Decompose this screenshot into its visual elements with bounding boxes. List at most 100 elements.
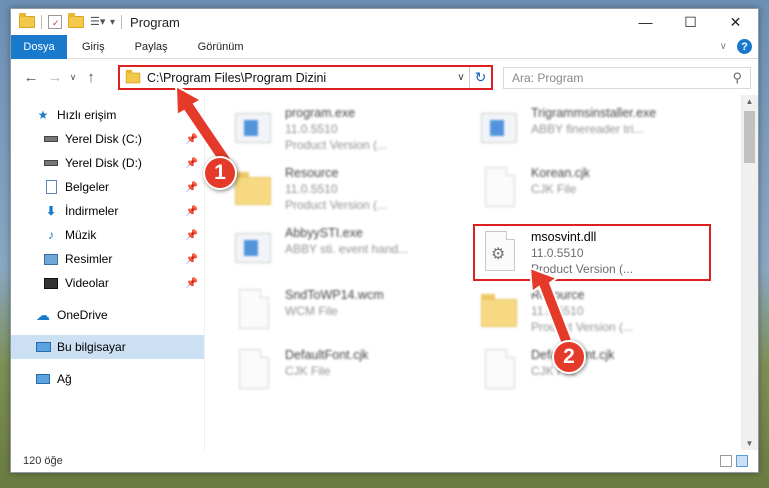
back-button[interactable]: ← (19, 69, 43, 86)
file-name: Resource (531, 288, 585, 302)
highlight-box (473, 224, 711, 281)
sidebar-item-label: Belgeler (65, 180, 110, 194)
pin-icon[interactable]: 📌 (186, 182, 198, 193)
maximize-button[interactable]: ☐ (668, 9, 713, 35)
computer-icon (35, 340, 51, 354)
pin-icon[interactable]: 📌 (186, 278, 198, 289)
sidebar-item-disk-c[interactable]: Yerel Disk (C:) 📌 (11, 127, 204, 151)
scroll-down-icon[interactable]: ▼ (741, 439, 758, 448)
tab-view[interactable]: Görünüm (183, 35, 259, 59)
sidebar-item-quick-access[interactable]: ★ Hızlı erişim (11, 103, 204, 127)
explorer-window: ✓ ☰▾ ▾ Program — ☐ ✕ Dosya Giriş Paylaş … (10, 8, 759, 473)
file-detail: 11.0.5510 (285, 122, 338, 136)
properties-icon[interactable]: ✓ (48, 15, 62, 29)
pictures-icon (43, 252, 59, 266)
item-count: 120 öğe (23, 455, 63, 467)
pin-icon[interactable]: 📌 (186, 254, 198, 265)
recent-chevron-icon[interactable]: ∨ (67, 72, 79, 83)
scroll-thumb[interactable] (744, 111, 755, 163)
sidebar-item-music[interactable]: ♪ Müzik 📌 (11, 223, 204, 247)
tab-home[interactable]: Giriş (67, 35, 120, 59)
file-item[interactable]: DefaultFont.cjkCJK File (475, 345, 710, 403)
details-view-icon[interactable] (720, 455, 732, 467)
file-icon (481, 349, 521, 397)
tiles-view-icon[interactable] (736, 455, 748, 467)
tab-file[interactable]: Dosya (11, 34, 67, 59)
sidebar-item-disk-d[interactable]: Yerel Disk (D:) 📌 (11, 151, 204, 175)
close-button[interactable]: ✕ (713, 9, 758, 35)
sidebar-item-videos[interactable]: Videolar 📌 (11, 271, 204, 295)
file-detail: Product Version (... (285, 138, 388, 152)
sidebar-item-label: Resimler (65, 252, 113, 266)
forward-button[interactable]: → (43, 69, 67, 86)
chevron-down-icon[interactable]: ∨ (720, 41, 727, 52)
star-icon: ★ (37, 108, 49, 122)
sidebar-item-onedrive[interactable]: ☁ OneDrive (11, 303, 204, 327)
scroll-up-icon[interactable]: ▲ (741, 97, 758, 106)
file-detail: 11.0.5510 (285, 182, 338, 196)
sidebar-item-this-pc[interactable]: Bu bilgisayar (11, 335, 204, 359)
sidebar-item-label: Yerel Disk (D:) (65, 156, 142, 170)
sidebar-item-label: Hızlı erişim (57, 108, 117, 122)
pin-icon[interactable]: 📌 (186, 158, 198, 169)
file-item[interactable]: Korean.cjk CJK File (475, 163, 710, 221)
callout-badge-2: 2 (552, 340, 586, 374)
tab-share[interactable]: Paylaş (120, 35, 183, 59)
ribbon-tabs: Dosya Giriş Paylaş Görünüm ∨ ? (11, 34, 758, 59)
sidebar-item-label: Ağ (57, 372, 72, 386)
drive-icon (43, 156, 59, 170)
folder-icon (481, 289, 521, 337)
vertical-scrollbar[interactable]: ▲ ▼ (741, 95, 758, 450)
divider (121, 15, 123, 29)
pin-icon[interactable]: 📌 (186, 230, 198, 241)
file-name: Korean.cjk (531, 166, 591, 180)
new-folder-icon[interactable] (68, 13, 84, 28)
file-item[interactable]: AbbyySTI.exe ABBY sti. event hand... (229, 223, 464, 281)
pin-icon[interactable]: 📌 (186, 134, 198, 145)
file-detail: CJK File (531, 182, 577, 196)
sidebar-item-label: Bu bilgisayar (57, 340, 126, 354)
sidebar-item-label: Yerel Disk (C:) (65, 132, 142, 146)
drive-icon (43, 132, 59, 146)
chevron-down-icon[interactable]: ▾ (110, 17, 115, 28)
sidebar-item-downloads[interactable]: ⬇ İndirmeler 📌 (11, 199, 204, 223)
minimize-button[interactable]: — (623, 9, 668, 35)
file-detail: ABBY finereader tri... (531, 122, 644, 136)
folder-icon (19, 13, 35, 28)
help-icon[interactable]: ? (737, 39, 752, 54)
address-bar[interactable]: C:\Program Files\Program Dizini ∨ ↻ (118, 65, 493, 90)
sidebar-item-label: Müzik (65, 228, 97, 242)
file-detail: CJK File (285, 364, 331, 378)
sidebar-item-network[interactable]: Ağ (11, 367, 204, 391)
quick-access-toolbar: ✓ ☰▾ ▾ (11, 13, 123, 29)
file-name: Resource (285, 166, 339, 180)
sidebar-item-documents[interactable]: Belgeler 📌 (11, 175, 204, 199)
file-detail: ABBY sti. event hand... (285, 242, 409, 256)
file-list: program.exe 11.0.5510 Product Version (...… (205, 95, 758, 450)
search-input[interactable]: Ara: Program ⚲ (503, 67, 751, 89)
sidebar-item-pictures[interactable]: Resimler 📌 (11, 247, 204, 271)
file-item[interactable]: DefaultFont.cjk CJK File (229, 345, 464, 403)
status-bar: 120 öğe (11, 450, 758, 472)
file-name: DefaultFont.cjk (285, 348, 369, 362)
file-item[interactable]: SndToWP14.wcm WCM File (229, 285, 464, 343)
refresh-icon[interactable]: ↻ (469, 67, 491, 88)
videos-icon (43, 276, 59, 290)
file-item[interactable]: Resource 11.0.5510 Product Version (... (475, 285, 710, 343)
up-button[interactable]: ↑ (79, 69, 103, 86)
file-item[interactable]: Trigrammsinstaller.exe ABBY finereader tr… (475, 103, 710, 161)
file-detail: 11.0.5510 (531, 304, 584, 318)
file-item[interactable]: program.exe 11.0.5510 Product Version (... (229, 103, 464, 161)
file-detail: Product Version (... (285, 198, 388, 212)
file-item[interactable]: Resource 11.0.5510 Product Version (... (229, 163, 464, 221)
chevron-down-icon[interactable]: ∨ (453, 72, 469, 83)
folder-icon (125, 69, 141, 83)
callout-badge-1: 1 (203, 156, 237, 190)
search-icon: ⚲ (732, 70, 742, 85)
address-path[interactable]: C:\Program Files\Program Dizini (147, 71, 453, 85)
pin-icon[interactable]: 📌 (186, 206, 198, 217)
customize-icon[interactable]: ☰▾ (90, 15, 105, 29)
title-bar: ✓ ☰▾ ▾ Program — ☐ ✕ (11, 9, 758, 35)
documents-icon (43, 180, 59, 194)
download-icon: ⬇ (45, 204, 57, 218)
